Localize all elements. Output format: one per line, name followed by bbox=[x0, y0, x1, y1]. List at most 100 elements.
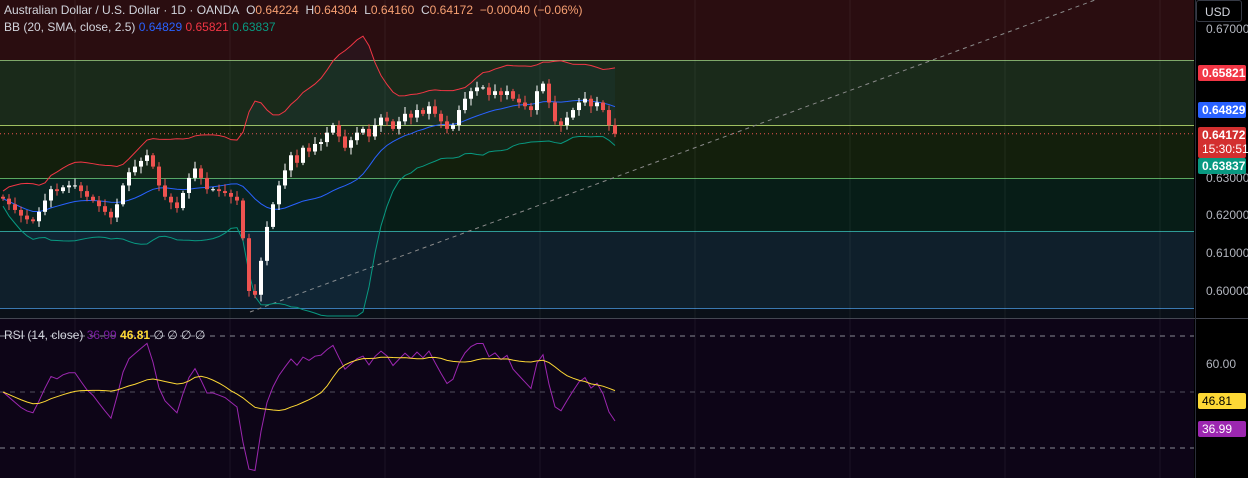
candle-body bbox=[121, 185, 125, 205]
candle-body bbox=[469, 91, 473, 99]
candle-body bbox=[283, 170, 287, 186]
candle-body bbox=[607, 110, 611, 126]
candle-body bbox=[325, 132, 329, 143]
candle-body bbox=[487, 87, 491, 95]
candle-body bbox=[163, 185, 167, 197]
candle-body bbox=[79, 185, 83, 192]
candle-body bbox=[397, 121, 401, 129]
candle-body bbox=[169, 196, 173, 203]
candle-body bbox=[361, 128, 365, 133]
candle-body bbox=[613, 125, 617, 134]
rsi-ma-value: 46.81 bbox=[120, 328, 151, 342]
candle-body bbox=[73, 185, 77, 187]
candle-body bbox=[391, 121, 395, 129]
candle-body bbox=[49, 189, 53, 201]
candle-body bbox=[301, 147, 305, 163]
candle-body bbox=[517, 98, 521, 103]
candle-body bbox=[133, 166, 137, 173]
candle-body bbox=[553, 102, 557, 122]
candle-body bbox=[157, 166, 161, 186]
candle-body bbox=[205, 177, 209, 190]
candles-svg bbox=[0, 0, 1194, 318]
bb-lower-tag: 0.63837 bbox=[1198, 158, 1246, 174]
candle-body bbox=[211, 189, 215, 191]
high-value: 0.64304 bbox=[314, 3, 358, 17]
bb-basis-value: 0.64829 bbox=[138, 20, 183, 34]
candle-body bbox=[217, 189, 221, 192]
price-axis[interactable]: 0.67000 0.63000 0.62000 0.61000 0.60000 … bbox=[1195, 0, 1248, 478]
candle-body bbox=[583, 98, 587, 103]
candle-body bbox=[145, 155, 149, 161]
candle-body bbox=[181, 192, 185, 209]
candle-body bbox=[451, 125, 455, 129]
candle-body bbox=[541, 83, 545, 92]
candle-body bbox=[481, 87, 485, 89]
candle-body bbox=[223, 191, 227, 193]
candle-body bbox=[115, 204, 119, 218]
rsi-pane[interactable]: RSI (14, close) 36.99 46.81 ∅ ∅ ∅ ∅ bbox=[0, 319, 1194, 478]
candle-body bbox=[19, 209, 23, 216]
candle-body bbox=[31, 219, 35, 222]
bb-legend[interactable]: BB (20, SMA, close, 2.5) 0.64829 0.65821… bbox=[4, 20, 276, 34]
candle-body bbox=[505, 91, 509, 95]
candle-body bbox=[91, 196, 95, 201]
candle-body bbox=[577, 102, 581, 111]
rsi-legend[interactable]: RSI (14, close) 36.99 46.81 ∅ ∅ ∅ ∅ bbox=[4, 328, 205, 342]
candle-body bbox=[265, 226, 269, 261]
candle-body bbox=[373, 125, 377, 137]
candle-body bbox=[511, 91, 515, 99]
candle-body bbox=[589, 98, 593, 107]
currency-button[interactable]: USD bbox=[1196, 0, 1242, 22]
candle-body bbox=[379, 117, 383, 126]
candle-body bbox=[55, 189, 59, 192]
candle-body bbox=[43, 200, 47, 212]
bb-label: BB (20, SMA, close, 2.5) bbox=[4, 20, 136, 34]
candle-body bbox=[349, 140, 353, 148]
candle-body bbox=[427, 106, 431, 114]
candle-body bbox=[415, 110, 419, 118]
candle-body bbox=[13, 204, 17, 210]
candle-body bbox=[193, 168, 197, 178]
bb-basis-tag: 0.64829 bbox=[1198, 102, 1246, 118]
candle-body bbox=[445, 121, 449, 129]
bb-upper-value: 0.65821 bbox=[185, 20, 229, 34]
candle-body bbox=[421, 110, 425, 114]
rsi-ma-line bbox=[2, 356, 616, 411]
candle-body bbox=[523, 102, 527, 107]
candle-body bbox=[289, 155, 293, 171]
candle-body bbox=[571, 110, 575, 118]
candle-body bbox=[307, 147, 311, 152]
low-value: 0.64160 bbox=[370, 3, 415, 17]
candle-body bbox=[439, 113, 443, 122]
candle-body bbox=[199, 168, 203, 178]
symbol-title: Australian Dollar / U.S. Dollar · 1D · O… bbox=[4, 3, 240, 17]
c-label: C bbox=[420, 3, 430, 17]
candle-body bbox=[37, 211, 41, 222]
candle-body bbox=[1, 196, 5, 199]
price-chart-pane[interactable]: Australian Dollar / U.S. Dollar · 1D · O… bbox=[0, 0, 1194, 318]
candle-body bbox=[187, 177, 191, 193]
axis-divider bbox=[1196, 318, 1248, 319]
rsi-ma-tag: 46.81 bbox=[1198, 393, 1246, 409]
h-label: H bbox=[305, 3, 315, 17]
rsi-line bbox=[2, 342, 616, 472]
rsi-value: 36.99 bbox=[86, 328, 117, 342]
candle-body bbox=[127, 172, 131, 186]
candle-body bbox=[385, 117, 389, 122]
candle-body bbox=[253, 291, 257, 295]
candle-body bbox=[499, 91, 503, 95]
bb-lower-value: 0.63837 bbox=[232, 20, 276, 34]
candle-body bbox=[343, 136, 347, 148]
candle-body bbox=[535, 91, 539, 111]
candle-body bbox=[313, 143, 317, 152]
bb-upper-tag: 0.65821 bbox=[1198, 65, 1246, 81]
candle-body bbox=[409, 113, 413, 118]
candle-body bbox=[271, 204, 275, 227]
rsi-svg bbox=[0, 319, 1194, 478]
candle-body bbox=[175, 202, 179, 209]
candle-body bbox=[151, 155, 155, 167]
candle-body bbox=[241, 200, 245, 239]
price-tick: 0.60000 bbox=[1206, 284, 1248, 298]
candle-body bbox=[493, 91, 497, 95]
candle-body bbox=[355, 132, 359, 141]
